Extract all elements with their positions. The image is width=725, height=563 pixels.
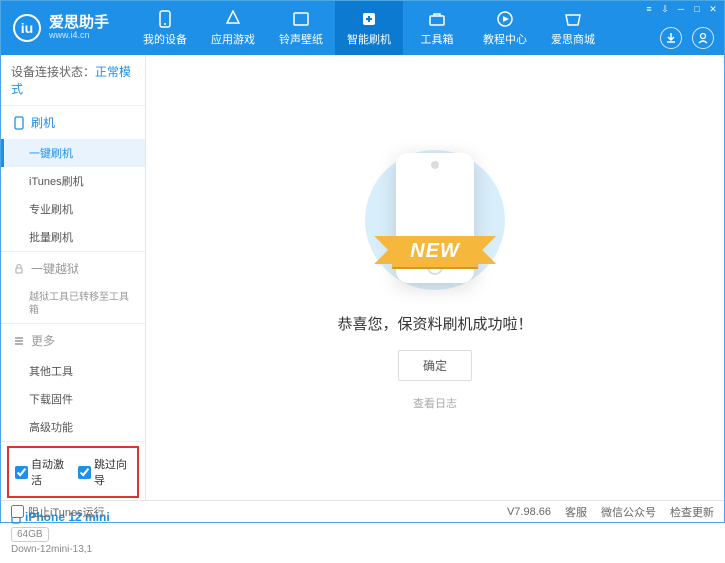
phone-icon — [156, 10, 174, 28]
checkbox-block-itunes[interactable]: 阻止iTunes运行 — [11, 504, 105, 520]
options-highlight: 自动激活 跳过向导 — [7, 446, 139, 498]
toolbox-icon — [428, 10, 446, 28]
lock-icon — [13, 263, 25, 275]
top-nav: 我的设备 应用游戏 铃声壁纸 智能刷机 工具箱 教程中心 爱思商城 — [131, 1, 607, 55]
store-icon — [564, 10, 582, 28]
sidebar-head-flash[interactable]: 刷机 — [1, 106, 145, 139]
jailbreak-note: 越狱工具已转移至工具箱 — [1, 285, 145, 323]
device-model: Down-12mini-13,1 — [11, 544, 135, 555]
nav-label: 铃声壁纸 — [279, 31, 323, 47]
pin-icon[interactable]: ⇩ — [658, 3, 672, 15]
new-ribbon: NEW — [392, 236, 478, 267]
app-url: www.i4.cn — [49, 31, 109, 41]
nav-label: 教程中心 — [483, 31, 527, 47]
sidebar-item-pro[interactable]: 专业刷机 — [1, 195, 145, 223]
sidebar-item-oneclick[interactable]: 一键刷机 — [1, 139, 145, 167]
nav-label: 应用游戏 — [211, 31, 255, 47]
nav-apps[interactable]: 应用游戏 — [199, 1, 267, 55]
download-icon[interactable] — [660, 27, 682, 49]
nav-tutorial[interactable]: 教程中心 — [471, 1, 539, 55]
nav-flash[interactable]: 智能刷机 — [335, 1, 403, 55]
nav-store[interactable]: 爱思商城 — [539, 1, 607, 55]
sidebar-label: 一键越狱 — [31, 260, 79, 277]
sidebar-label: 更多 — [31, 332, 55, 349]
wallpaper-icon — [292, 10, 310, 28]
sidebar-item-batch[interactable]: 批量刷机 — [1, 223, 145, 251]
sidebar-label: 刷机 — [31, 114, 55, 131]
maximize-icon[interactable]: □ — [690, 3, 704, 15]
update-link[interactable]: 检查更新 — [670, 504, 714, 520]
storage-badge: 64GB — [11, 527, 49, 542]
nav-toolbox[interactable]: 工具箱 — [403, 1, 471, 55]
wechat-link[interactable]: 微信公众号 — [601, 504, 656, 520]
nav-label: 工具箱 — [421, 31, 454, 47]
nav-label: 智能刷机 — [347, 31, 391, 47]
service-link[interactable]: 客服 — [565, 504, 587, 520]
main-content: NEW 恭喜您，保资料刷机成功啦！ 确定 查看日志 — [146, 55, 724, 500]
sidebar-head-jailbreak[interactable]: 一键越狱 — [1, 252, 145, 285]
nav-label: 我的设备 — [143, 31, 187, 47]
app-name: 爱思助手 — [49, 15, 109, 32]
success-illustration: NEW — [350, 145, 520, 295]
list-icon — [13, 335, 25, 347]
sidebar-item-advanced[interactable]: 高级功能 — [1, 413, 145, 441]
sidebar-item-other[interactable]: 其他工具 — [1, 357, 145, 385]
sidebar-head-more[interactable]: 更多 — [1, 324, 145, 357]
window-controls: ≡ ⇩ ─ □ ✕ — [638, 1, 724, 17]
minimize-icon[interactable]: ─ — [674, 3, 688, 15]
view-log-link[interactable]: 查看日志 — [413, 395, 457, 411]
menu-icon[interactable]: ≡ — [642, 3, 656, 15]
logo: iu 爱思助手 www.i4.cn — [1, 14, 121, 42]
phone-icon — [13, 116, 25, 130]
logo-icon: iu — [13, 14, 41, 42]
nav-ringtone[interactable]: 铃声壁纸 — [267, 1, 335, 55]
success-message: 恭喜您，保资料刷机成功啦！ — [337, 313, 532, 334]
close-icon[interactable]: ✕ — [706, 3, 720, 15]
sidebar-item-itunes[interactable]: iTunes刷机 — [1, 167, 145, 195]
version-label: V7.98.66 — [507, 506, 551, 518]
sidebar-item-download[interactable]: 下载固件 — [1, 385, 145, 413]
apps-icon — [224, 10, 242, 28]
user-icon[interactable] — [692, 27, 714, 49]
tutorial-icon — [496, 10, 514, 28]
confirm-button[interactable]: 确定 — [398, 350, 472, 381]
checkbox-auto-activate[interactable]: 自动激活 — [15, 456, 68, 488]
app-header: iu 爱思助手 www.i4.cn 我的设备 应用游戏 铃声壁纸 智能刷机 工具… — [1, 1, 724, 55]
nav-my-device[interactable]: 我的设备 — [131, 1, 199, 55]
checkbox-skip-guide[interactable]: 跳过向导 — [78, 456, 131, 488]
connection-status: 设备连接状态：正常模式 — [1, 55, 145, 106]
sidebar: 设备连接状态：正常模式 刷机 一键刷机 iTunes刷机 专业刷机 批量刷机 一… — [1, 55, 146, 500]
flash-icon — [360, 10, 378, 28]
nav-label: 爱思商城 — [551, 31, 595, 47]
